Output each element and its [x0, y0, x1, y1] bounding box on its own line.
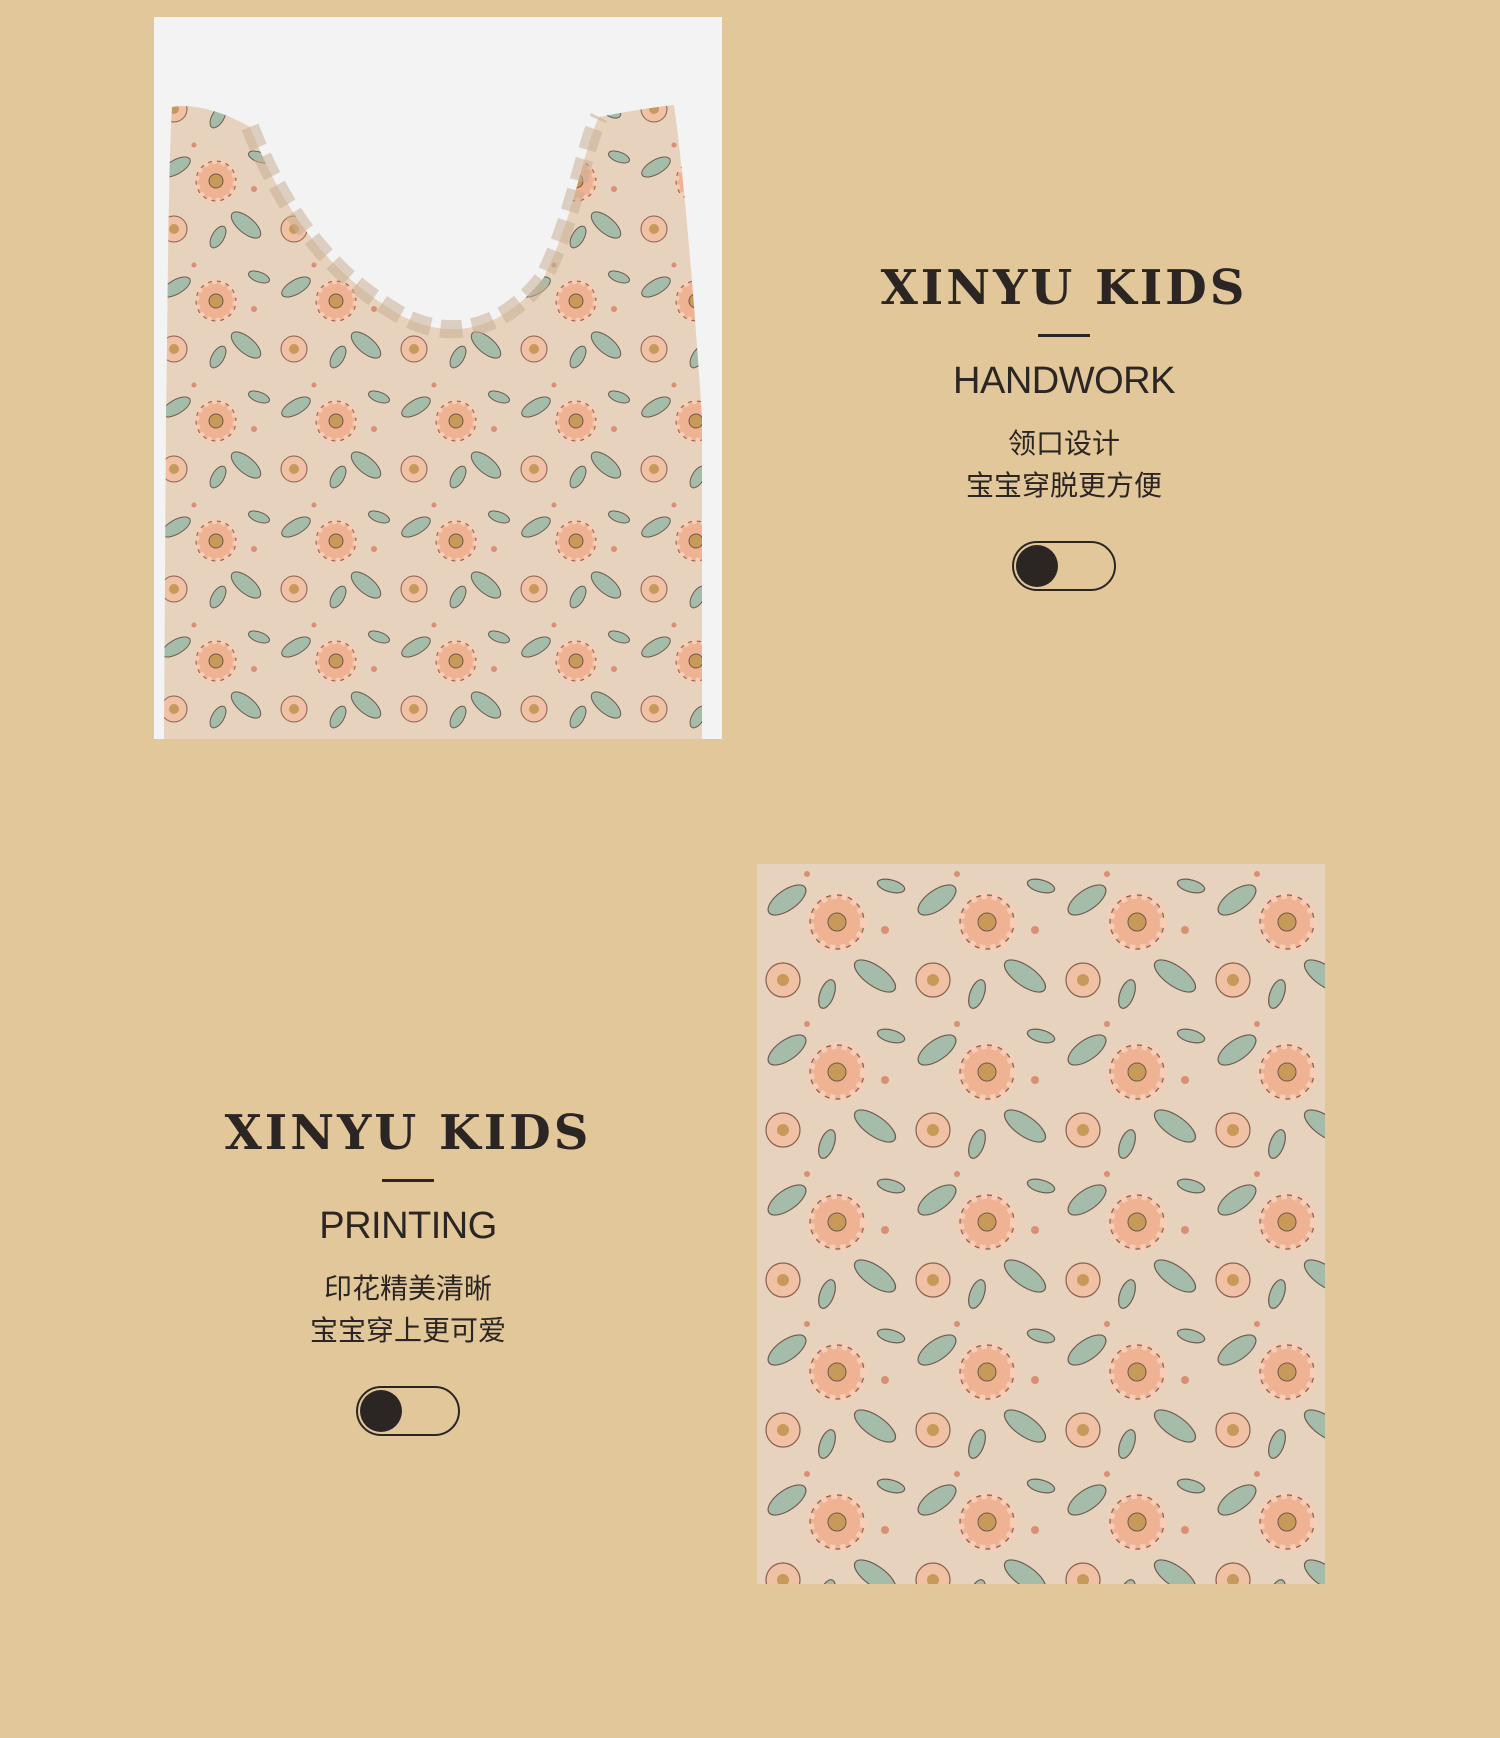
fabric-illustration: [757, 864, 1325, 1584]
feature-title: PRINTING: [319, 1205, 497, 1247]
feature-description: 领口设计 宝宝穿脱更方便: [804, 423, 1324, 507]
brand-title: XINYU KIDS: [880, 260, 1248, 316]
feature-title: HANDWORK: [953, 360, 1175, 402]
description-line-2: 宝宝穿上更可爱: [309, 1314, 506, 1347]
swimsuit-illustration: [164, 105, 702, 739]
description-line-1: 印花精美清晰: [323, 1272, 492, 1305]
toggle-knob: [1016, 545, 1058, 587]
feature-description: 印花精美清晰 宝宝穿上更可爱: [148, 1268, 668, 1352]
feature-printing: XINYU KIDS PRINTING 印花精美清晰 宝宝穿上更可爱: [148, 1103, 668, 1436]
swimsuit-collar-photo: [154, 17, 722, 739]
feature-handwork: XINYU KIDS HANDWORK 领口设计 宝宝穿脱更方便: [804, 258, 1324, 591]
fabric-print-closeup-photo: [757, 864, 1325, 1584]
title-divider: [382, 1179, 434, 1182]
description-line-2: 宝宝穿脱更方便: [965, 469, 1162, 502]
toggle-switch[interactable]: [356, 1386, 460, 1436]
toggle-switch[interactable]: [1012, 541, 1116, 591]
description-line-1: 领口设计: [1007, 427, 1120, 460]
title-divider: [1038, 334, 1090, 337]
toggle-knob: [360, 1390, 402, 1432]
brand-title: XINYU KIDS: [224, 1105, 592, 1161]
